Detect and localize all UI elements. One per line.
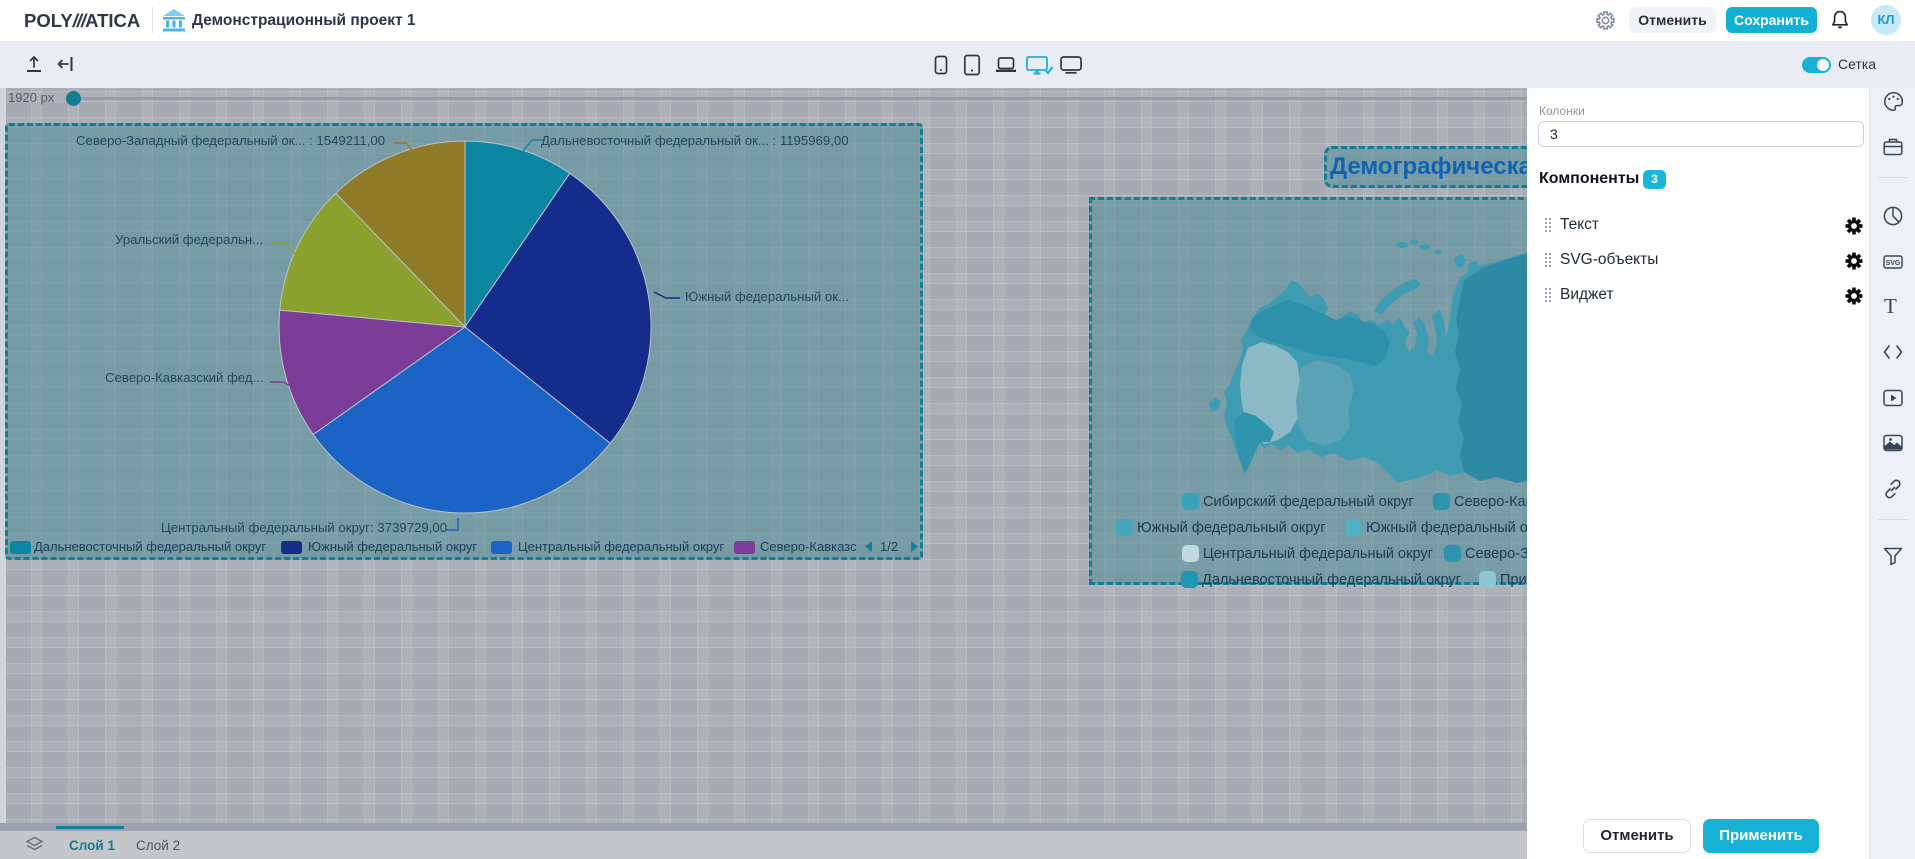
- svg-text:SVG: SVG: [1886, 260, 1901, 267]
